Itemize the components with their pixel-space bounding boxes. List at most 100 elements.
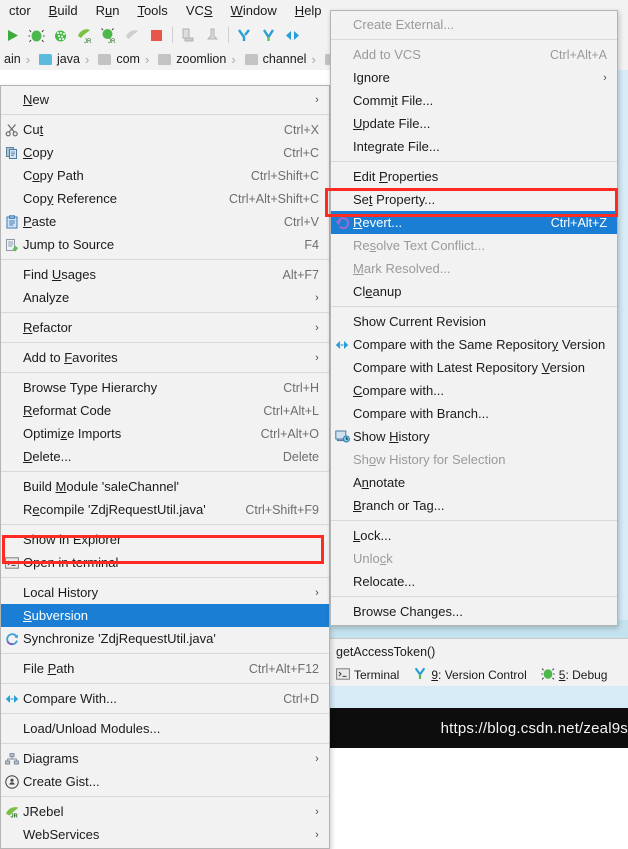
menubar-item-run[interactable]: Run [87,0,129,22]
submenu-item-annotate[interactable]: Annotate [331,471,617,494]
coverage-icon[interactable] [52,27,69,44]
context-menu-item-cut[interactable]: Cut Ctrl+X [1,118,329,141]
chevron-right-icon: › [315,321,319,334]
submenu-item-browse-changes[interactable]: Browse Changes... [331,600,617,623]
no-icon [331,448,353,471]
tool-window-tab-versioncontrol[interactable]: 9: Version Control [413,667,527,683]
context-menu-item-compare-with[interactable]: Compare With... Ctrl+D [1,687,329,710]
jrebel-icon: JR [1,800,23,823]
context-menu-item-build-module-salechannel[interactable]: Build Module 'saleChannel' [1,475,329,498]
no-icon [1,286,23,309]
menu-item-label: Show History [353,429,430,444]
menubar-item-vcs[interactable]: VCS [177,0,222,22]
chevron-right-icon: › [315,805,319,818]
subversion-submenu[interactable]: Create External... Add to VCS Ctrl+Alt+A Ig… [330,10,618,626]
menubar-item-build[interactable]: Build [40,0,87,22]
context-menu-item-new[interactable]: New › [1,88,329,111]
context-menu-item-show-in-explorer[interactable]: Show in Explorer [1,528,329,551]
context-menu-item-browse-type-hierarchy[interactable]: Browse Type Hierarchy Ctrl+H [1,376,329,399]
context-menu-item-subversion[interactable]: Subversion [1,604,329,627]
jrebel-debug-icon[interactable]: JR [100,27,117,45]
submenu-item-branch-or-tag[interactable]: Branch or Tag... [331,494,617,517]
submenu-item-compare-with-the-same-repository-version[interactable]: Compare with the Same Repository Version [331,333,617,356]
update-project-icon[interactable] [236,27,253,44]
terminal-icon [1,551,23,574]
no-icon [1,88,23,111]
compare-icon[interactable] [284,27,301,44]
submenu-item-compare-with-branch[interactable]: Compare with Branch... [331,402,617,425]
menubar-item-window[interactable]: Window [222,0,286,22]
context-menu-item-diagrams[interactable]: Diagrams › [1,747,329,770]
submenu-item-integrate-file[interactable]: Integrate File... [331,135,617,158]
submenu-item-show-history[interactable]: Show History [331,425,617,448]
context-menu-item-add-to-favorites[interactable]: Add to Favorites › [1,346,329,369]
folder-icon [244,53,258,65]
no-icon [1,657,23,680]
submenu-item-set-property[interactable]: Set Property... [331,188,617,211]
context-menu-item-reformat-code[interactable]: Reformat Code Ctrl+Alt+L [1,399,329,422]
no-icon [331,402,353,425]
context-menu-item-local-history[interactable]: Local History › [1,581,329,604]
debug-icon[interactable] [28,27,45,44]
submenu-item-revert[interactable]: Revert... Ctrl+Alt+Z [331,211,617,234]
menu-item-shortcut: Ctrl+C [283,145,319,160]
stop-icon[interactable] [148,27,165,44]
submenu-item-cleanup[interactable]: Cleanup [331,280,617,303]
menu-item-label: Subversion [23,608,89,623]
menu-item-shortcut: Delete [282,449,319,464]
menu-item-label: Show in Explorer [23,532,122,547]
breadcrumb-item-ain[interactable]: ain › [0,48,35,70]
no-icon [331,547,353,570]
breadcrumb-item-zoomlion[interactable]: zoomlion › [154,48,240,70]
no-icon [331,13,353,36]
submenu-item-compare-with-latest-repository-version[interactable]: Compare with Latest Repository Version [331,356,617,379]
breadcrumb-item-channel[interactable]: channel › [241,48,321,70]
menu-item-label: Compare with... [353,383,445,398]
breadcrumb-item-java[interactable]: java › [35,48,94,70]
menu-item-shortcut: Alt+F7 [282,267,319,282]
menubar-item-help[interactable]: Help [286,0,331,22]
context-menu-item-find-usages[interactable]: Find Usages Alt+F7 [1,263,329,286]
folder-icon [158,53,172,65]
run-icon[interactable] [4,27,21,44]
context-menu-item-copy[interactable]: Copy Ctrl+C [1,141,329,164]
context-menu-item-webservices[interactable]: WebServices › [1,823,329,846]
chevron-right-icon: › [315,828,319,841]
menu-item-shortcut: Ctrl+Alt+F12 [248,661,319,676]
breadcrumb-item-com[interactable]: com › [94,48,154,70]
menubar-item-tools[interactable]: Tools [128,0,176,22]
context-menu-item-open-in-terminal[interactable]: Open in terminal [1,551,329,574]
submenu-item-relocate[interactable]: Relocate... [331,570,617,593]
menu-item-shortcut: Ctrl+Alt+Z [550,215,607,230]
submenu-item-update-file[interactable]: Update File... [331,112,617,135]
context-menu-item-refactor[interactable]: Refactor › [1,316,329,339]
submenu-item-commit-file[interactable]: Commit File... [331,89,617,112]
context-menu-item-copy-path[interactable]: Copy Path Ctrl+Shift+C [1,164,329,187]
context-menu-item-analyze[interactable]: Analyze › [1,286,329,309]
context-menu-item-optimize-imports[interactable]: Optimize Imports Ctrl+Alt+O [1,422,329,445]
context-menu-item-load-unload-modules[interactable]: Load/Unload Modules... [1,717,329,740]
bottom-fill [330,686,628,708]
context-menu[interactable]: New › Cut Ctrl+X Copy Ctrl+C Copy Path Ctrl+Shi… [0,85,330,849]
context-menu-item-jump-to-source[interactable]: Jump to Source F4 [1,233,329,256]
menubar-item-ctor[interactable]: ctor [0,0,40,22]
submenu-item-compare-with[interactable]: Compare with... [331,379,617,402]
context-menu-item-copy-reference[interactable]: Copy Reference Ctrl+Alt+Shift+C [1,187,329,210]
jrebel-run-icon[interactable]: JR [76,27,93,45]
submenu-item-ignore[interactable]: Ignore › [331,66,617,89]
context-menu-item-create-gist[interactable]: Create Gist... [1,770,329,793]
submenu-item-show-current-revision[interactable]: Show Current Revision [331,310,617,333]
commit-icon[interactable] [260,27,277,44]
context-menu-item-paste[interactable]: Paste Ctrl+V [1,210,329,233]
context-menu-item-delete[interactable]: Delete... Delete [1,445,329,468]
submenu-item-lock[interactable]: Lock... [331,524,617,547]
context-menu-item-recompile-zdjrequestutil-java[interactable]: Recompile 'ZdjRequestUtil.java' Ctrl+Shif… [1,498,329,521]
tool-window-tab-debug[interactable]: 5: Debug [541,667,607,683]
context-menu-item-file-path[interactable]: File Path Ctrl+Alt+F12 [1,657,329,680]
context-menu-item-jrebel[interactable]: JR JRebel › [1,800,329,823]
svg-text:JR: JR [10,813,17,818]
submenu-item-resolve-text-conflict: Resolve Text Conflict... [331,234,617,257]
submenu-item-edit-properties[interactable]: Edit Properties [331,165,617,188]
tool-window-tab-terminal[interactable]: Terminal [336,667,399,683]
context-menu-item-synchronize-zdjrequestutil-java[interactable]: Synchronize 'ZdjRequestUtil.java' [1,627,329,650]
